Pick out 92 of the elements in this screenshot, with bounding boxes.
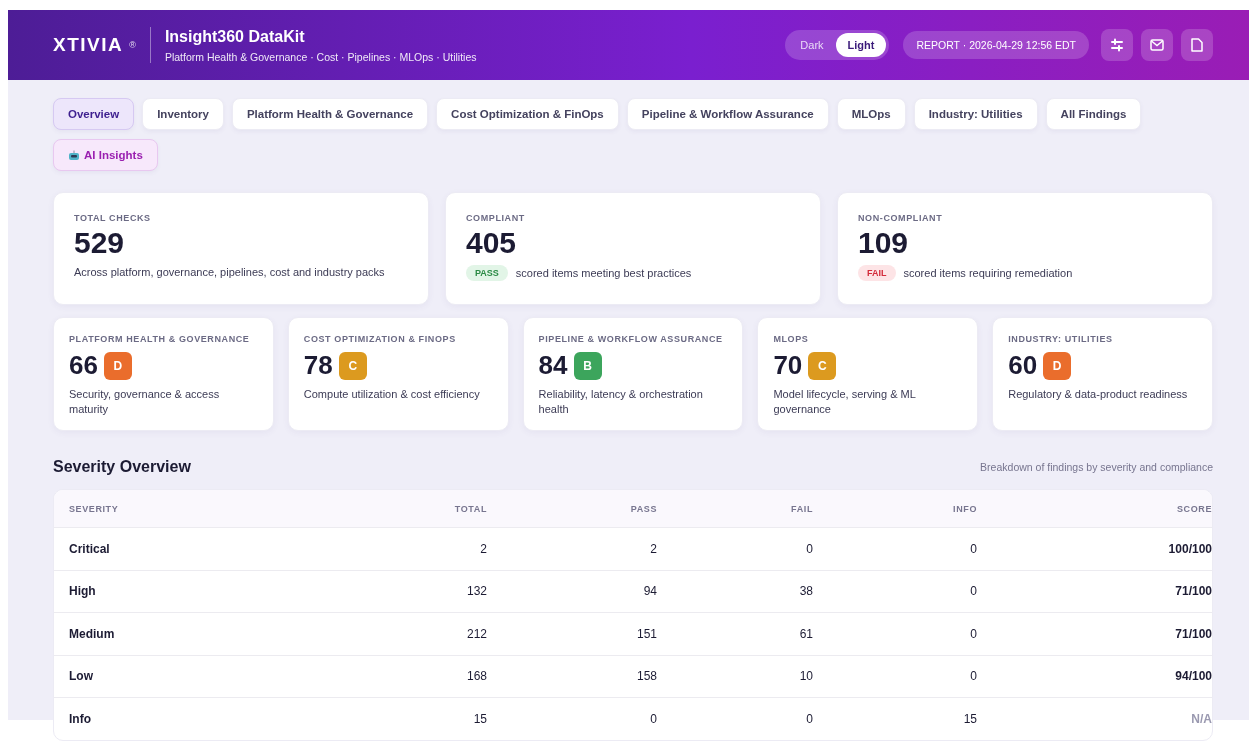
card-label: PLATFORM HEALTH & GOVERNANCE — [69, 334, 251, 344]
card-label: TOTAL CHECKS — [74, 213, 152, 223]
card-description: Compute utilization & cost efficiency — [303, 387, 481, 402]
logo: XTIVIA — [53, 34, 124, 56]
robot-icon — [68, 149, 80, 161]
card-value: 529 — [74, 226, 126, 260]
table-cell-text: 151 — [635, 626, 657, 641]
section-caption: Breakdown of findings by severity and compliance — [980, 461, 1213, 473]
table-cell-text: 100/100 — [1167, 541, 1212, 556]
theme-option[interactable]: Light — [835, 33, 887, 57]
table-cell-text: 212 — [465, 626, 487, 641]
table-cell-text: High — [69, 584, 97, 599]
table-cell-text: 0 — [805, 711, 813, 726]
registered-mark: ® — [129, 40, 136, 50]
nav-tab[interactable]: All Findings — [1045, 98, 1142, 130]
sliders-icon — [1110, 38, 1124, 52]
section-title: Severity Overview — [53, 458, 191, 476]
card-value: 405 — [466, 226, 518, 260]
mail-icon — [1150, 39, 1164, 51]
table-cell-text: Medium — [69, 626, 116, 641]
status-badge: FAIL — [858, 265, 896, 281]
nav-tab[interactable]: AI Insights — [53, 139, 158, 171]
card-description: Reliability, latency & orchestration health — [538, 387, 704, 417]
card-label: INDUSTRY: UTILITIES — [1008, 334, 1114, 344]
card-label: PIPELINE & WORKFLOW ASSURANCE — [538, 334, 724, 344]
category-score: 66 — [69, 350, 98, 381]
table-cell-text: 2 — [479, 541, 487, 556]
card-value: 109 — [858, 226, 910, 260]
nav-tab[interactable]: Inventory — [142, 98, 224, 130]
table-cell-text: 0 — [969, 541, 977, 556]
app-title: Insight360 DataKit — [164, 27, 306, 46]
nav-tab[interactable]: Cost Optimization & FinOps — [436, 98, 619, 130]
table-cell-text: 168 — [465, 669, 487, 684]
table-cell-text: 10 — [798, 669, 813, 684]
table-cell-text: Low — [69, 669, 94, 684]
theme-option[interactable]: Dark — [788, 33, 836, 57]
table-cell-text: 2 — [649, 541, 657, 556]
settings-button[interactable] — [1101, 29, 1133, 61]
table-cell-text: 0 — [969, 669, 977, 684]
table-cell-text: 15 — [962, 711, 977, 726]
report-badge: REPORT · 2026-04-29 12:56 EDT — [903, 31, 1089, 59]
card-description: Regulatory & data-product readiness — [1008, 387, 1189, 402]
grade-badge: C — [338, 351, 367, 380]
nav-tab[interactable]: MLOps — [836, 98, 906, 130]
table-cell-text: 61 — [798, 626, 813, 641]
card-description: scored items meeting best practices — [515, 265, 692, 281]
card-label: COST OPTIMIZATION & FINOPS — [303, 334, 457, 344]
app-subtitle: Platform Health & Governance · Cost · Pipelines · MLOps · Utilities — [164, 50, 477, 63]
table-cell-text: 71/100 — [1174, 626, 1212, 641]
table-cell-text: N/A — [1190, 711, 1212, 726]
grade-badge: B — [573, 351, 602, 380]
nav-tab[interactable]: Platform Health & Governance — [231, 98, 429, 130]
table-cell-text: 38 — [798, 584, 813, 599]
table-cell-text: 15 — [472, 711, 487, 726]
card-label: NON-COMPLIANT — [858, 213, 944, 223]
table-cell-text: 158 — [635, 669, 657, 684]
grade-badge: C — [808, 351, 837, 380]
grade-badge: D — [1043, 351, 1072, 380]
card-description: scored items requiring remediation — [903, 265, 1073, 281]
card-label: MLOPS — [773, 334, 810, 344]
category-score: 78 — [303, 350, 333, 381]
column-header: INFO — [952, 503, 977, 514]
column-header: TOTAL — [453, 503, 487, 514]
card-description: Model lifecycle, serving & ML governance — [773, 387, 917, 417]
table-cell-text: 0 — [649, 711, 657, 726]
column-header: SCORE — [1176, 503, 1212, 514]
table-cell-text: 0 — [805, 541, 813, 556]
table-cell-text: Critical — [69, 541, 111, 556]
grade-badge: D — [103, 351, 132, 380]
table-cell-text: Info — [69, 711, 92, 726]
nav-tab[interactable]: Pipeline & Workflow Assurance — [626, 98, 829, 130]
table-cell-text: 94/100 — [1174, 669, 1212, 684]
column-header: SEVERITY — [69, 503, 120, 514]
table-cell-text: 0 — [969, 584, 977, 599]
category-score: 84 — [538, 350, 568, 381]
card-description: Security, governance & access maturity — [69, 387, 221, 417]
table-cell-text: 71/100 — [1174, 584, 1212, 599]
nav-tab[interactable]: Overview — [53, 98, 135, 130]
category-score: 70 — [773, 350, 803, 381]
export-button[interactable] — [1181, 29, 1213, 61]
column-header: FAIL — [790, 503, 813, 514]
card-description: Across platform, governance, pipelines, cost and industry packs — [74, 265, 385, 280]
table-cell-text: 132 — [465, 584, 487, 599]
card-label: COMPLIANT — [466, 213, 526, 223]
document-icon — [1191, 38, 1203, 52]
column-header: PASS — [629, 503, 657, 514]
table-cell-text: 94 — [642, 584, 657, 599]
status-badge: PASS — [466, 265, 508, 281]
category-score: 60 — [1008, 350, 1038, 381]
table-cell-text: 0 — [969, 626, 977, 641]
nav-tab[interactable]: Industry: Utilities — [913, 98, 1038, 130]
email-button[interactable] — [1141, 29, 1173, 61]
